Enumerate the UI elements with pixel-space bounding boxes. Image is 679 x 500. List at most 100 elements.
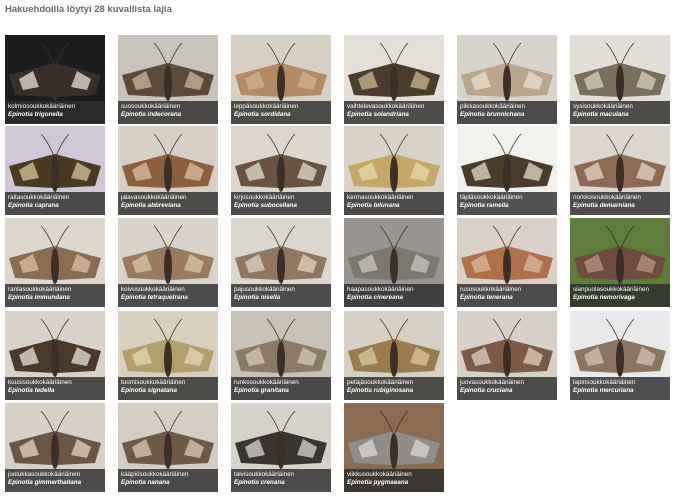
species-latin-name: Epinotia nanana: [121, 479, 170, 486]
species-caption: kuusisoukkokääriäinen Epinotia tedella: [5, 377, 105, 400]
species-tile[interactable]: suosoukkokääriäinen Epinotia indecorana: [118, 35, 218, 124]
species-finnish-name: täpläsoukkokääriäinen: [460, 194, 523, 201]
results-heading: Hakuehdoilla löytyi 28 kuvallista lajia: [5, 4, 172, 15]
species-latin-name: Epinotia cruciana: [460, 387, 513, 394]
species-latin-name: Epinotia trigonella: [8, 111, 63, 118]
species-latin-name: Epinotia ramella: [460, 202, 509, 209]
species-finnish-name: pajusoukkokääriäinen: [234, 286, 295, 293]
species-tile[interactable]: petäjäsoukkokääriäinen Epinotia rubiginos…: [344, 311, 444, 400]
species-finnish-name: koivusoukkokääriäinen: [121, 286, 185, 293]
species-tile[interactable]: jalavasoukkokääriäinen Epinotia abbrevian…: [118, 126, 218, 215]
species-finnish-name: runkosoukkokääriäinen: [234, 379, 299, 386]
species-tile[interactable]: kolmiosoukkokääriäinen Epinotia trigonell…: [5, 35, 105, 124]
species-tile[interactable]: runkosoukkokääriäinen Epinotia granitana: [231, 311, 331, 400]
species-latin-name: Epinotia abbreviana: [121, 202, 181, 209]
species-latin-name: Epinotia demarniana: [573, 202, 635, 209]
species-tile[interactable]: kääpiösoukkokääriäinen Epinotia nanana: [118, 403, 218, 492]
species-caption: runkosoukkokääriäinen Epinotia granitana: [231, 377, 331, 400]
species-finnish-name: suosoukkokääriäinen: [121, 103, 181, 110]
species-caption: kirjosoukkokääriäinen Epinotia subocellan…: [231, 192, 331, 215]
species-caption: viikkusoukkokääriäinen Epinotia pygmaeana: [344, 469, 444, 492]
species-caption: kääpiösoukkokääriäinen Epinotia nanana: [118, 469, 218, 492]
species-tile[interactable]: kuusisoukkokääriäinen Epinotia tedella: [5, 311, 105, 400]
species-latin-name: Epinotia caprana: [8, 202, 59, 209]
species-finnish-name: vaihtelevasoukkokääriäinen: [347, 103, 425, 110]
species-caption: raitasoukkokääriäinen Epinotia caprana: [5, 192, 105, 215]
species-tile[interactable]: sianpuolasoukkokääriäinen Epinotia nemori…: [570, 218, 670, 307]
species-tile[interactable]: vaihtelevasoukkokääriäinen Epinotia solan…: [344, 35, 444, 124]
species-tile[interactable]: norkkosoukkokääriäinen Epinotia demarnian…: [570, 126, 670, 215]
species-caption: lapinsoukkokääriäinen Epinotia mercuriana: [570, 377, 670, 400]
species-latin-name: Epinotia crenana: [234, 479, 285, 486]
species-finnish-name: pilkkasoukkokääriäinen: [460, 103, 526, 110]
species-latin-name: Epinotia pygmaeana: [347, 479, 409, 486]
species-finnish-name: lapinsoukkokääriäinen: [573, 379, 636, 386]
species-caption: leppäsoukkokääriäinen Epinotia sordidana: [231, 101, 331, 124]
species-tile[interactable]: täpläsoukkokääriäinen Epinotia ramella: [457, 126, 557, 215]
species-caption: täpläsoukkokääriäinen Epinotia ramella: [457, 192, 557, 215]
species-caption: pilkkasoukkokääriäinen Epinotia brunnicha…: [457, 101, 557, 124]
species-caption: haapasoukkokääriäinen Epinotia cinereana: [344, 284, 444, 307]
species-caption: rusosoukkokääriäinen Epinotia tenerana: [457, 284, 557, 307]
species-latin-name: Epinotia nisella: [234, 294, 281, 301]
species-finnish-name: juolukkasoukkokääriäinen: [8, 471, 81, 478]
species-caption: tuomisoukkokääriäinen Epinotia signatana: [118, 377, 218, 400]
species-grid: kolmiosoukkokääriäinen Epinotia trigonell…: [5, 35, 675, 495]
species-finnish-name: talvisoukkokääriäinen: [234, 471, 295, 478]
species-finnish-name: sysisoukkokääriäinen: [573, 103, 633, 110]
species-tile[interactable]: leppäsoukkokääriäinen Epinotia sordidana: [231, 35, 331, 124]
species-latin-name: Epinotia indecorana: [121, 111, 182, 118]
species-tile[interactable]: lapinsoukkokääriäinen Epinotia mercuriana: [570, 311, 670, 400]
species-latin-name: Epinotia subocellana: [234, 202, 297, 209]
species-tile[interactable]: rusosoukkokääriäinen Epinotia tenerana: [457, 218, 557, 307]
species-tile[interactable]: kirjosoukkokääriäinen Epinotia subocellan…: [231, 126, 331, 215]
species-tile[interactable]: tuomisoukkokääriäinen Epinotia signatana: [118, 311, 218, 400]
species-tile[interactable]: haapasoukkokääriäinen Epinotia cinereana: [344, 218, 444, 307]
species-finnish-name: petäjäsoukkokääriäinen: [347, 379, 414, 386]
species-caption: sysisoukkokääriäinen Epinotia maculana: [570, 101, 670, 124]
species-caption: koivusoukkokääriäinen Epinotia tetraquetr…: [118, 284, 218, 307]
species-tile[interactable]: rantasoukkokääriäinen Epinotia immundana: [5, 218, 105, 307]
species-finnish-name: tuomisoukkokääriäinen: [121, 379, 186, 386]
species-latin-name: Epinotia immundana: [8, 294, 70, 301]
species-latin-name: Epinotia brunnichana: [460, 111, 525, 118]
species-caption: pajusoukkokääriäinen Epinotia nisella: [231, 284, 331, 307]
species-tile[interactable]: pajusoukkokääriäinen Epinotia nisella: [231, 218, 331, 307]
species-finnish-name: sianpuolasoukkokääriäinen: [573, 286, 649, 293]
species-tile[interactable]: juovasoukkokääriäinen Epinotia cruciana: [457, 311, 557, 400]
species-tile[interactable]: juolukkasoukkokääriäinen Epinotia gimmert…: [5, 403, 105, 492]
species-latin-name: Epinotia sordidana: [234, 111, 291, 118]
species-tile[interactable]: sysisoukkokääriäinen Epinotia maculana: [570, 35, 670, 124]
species-latin-name: Epinotia tetraquetrana: [121, 294, 188, 301]
species-latin-name: Epinotia rubiginosana: [347, 387, 414, 394]
species-latin-name: Epinotia mercuriana: [573, 387, 634, 394]
species-tile[interactable]: pilkkasoukkokääriäinen Epinotia brunnicha…: [457, 35, 557, 124]
species-tile[interactable]: koivusoukkokääriäinen Epinotia tetraquetr…: [118, 218, 218, 307]
species-caption: rantasoukkokääriäinen Epinotia immundana: [5, 284, 105, 307]
species-finnish-name: leppäsoukkokääriäinen: [234, 103, 299, 110]
species-latin-name: Epinotia tedella: [8, 387, 55, 394]
species-caption: juolukkasoukkokääriäinen Epinotia gimmert…: [5, 469, 105, 492]
species-caption: norkkosoukkokääriäinen Epinotia demarnian…: [570, 192, 670, 215]
species-finnish-name: kolmiosoukkokääriäinen: [8, 103, 76, 110]
species-finnish-name: norkkosoukkokääriäinen: [573, 194, 641, 201]
species-finnish-name: raitasoukkokääriäinen: [8, 194, 70, 201]
species-caption: kermasoukkokääriäinen Epinotia bilunana: [344, 192, 444, 215]
species-latin-name: Epinotia cinereana: [347, 294, 403, 301]
species-caption: kolmiosoukkokääriäinen Epinotia trigonell…: [5, 101, 105, 124]
species-latin-name: Epinotia nemorivaga: [573, 294, 635, 301]
species-finnish-name: haapasoukkokääriäinen: [347, 286, 414, 293]
species-finnish-name: kääpiösoukkokääriäinen: [121, 471, 189, 478]
species-latin-name: Epinotia signatana: [121, 387, 177, 394]
species-tile[interactable]: kermasoukkokääriäinen Epinotia bilunana: [344, 126, 444, 215]
species-tile[interactable]: raitasoukkokääriäinen Epinotia caprana: [5, 126, 105, 215]
species-caption: petäjäsoukkokääriäinen Epinotia rubiginos…: [344, 377, 444, 400]
species-latin-name: Epinotia maculana: [573, 111, 629, 118]
species-finnish-name: kuusisoukkokääriäinen: [8, 379, 72, 386]
species-finnish-name: rusosoukkokääriäinen: [460, 286, 522, 293]
species-finnish-name: jalavasoukkokääriäinen: [121, 194, 187, 201]
species-finnish-name: viikkusoukkokääriäinen: [347, 471, 412, 478]
species-tile[interactable]: talvisoukkokääriäinen Epinotia crenana: [231, 403, 331, 492]
species-tile[interactable]: viikkusoukkokääriäinen Epinotia pygmaeana: [344, 403, 444, 492]
species-caption: suosoukkokääriäinen Epinotia indecorana: [118, 101, 218, 124]
